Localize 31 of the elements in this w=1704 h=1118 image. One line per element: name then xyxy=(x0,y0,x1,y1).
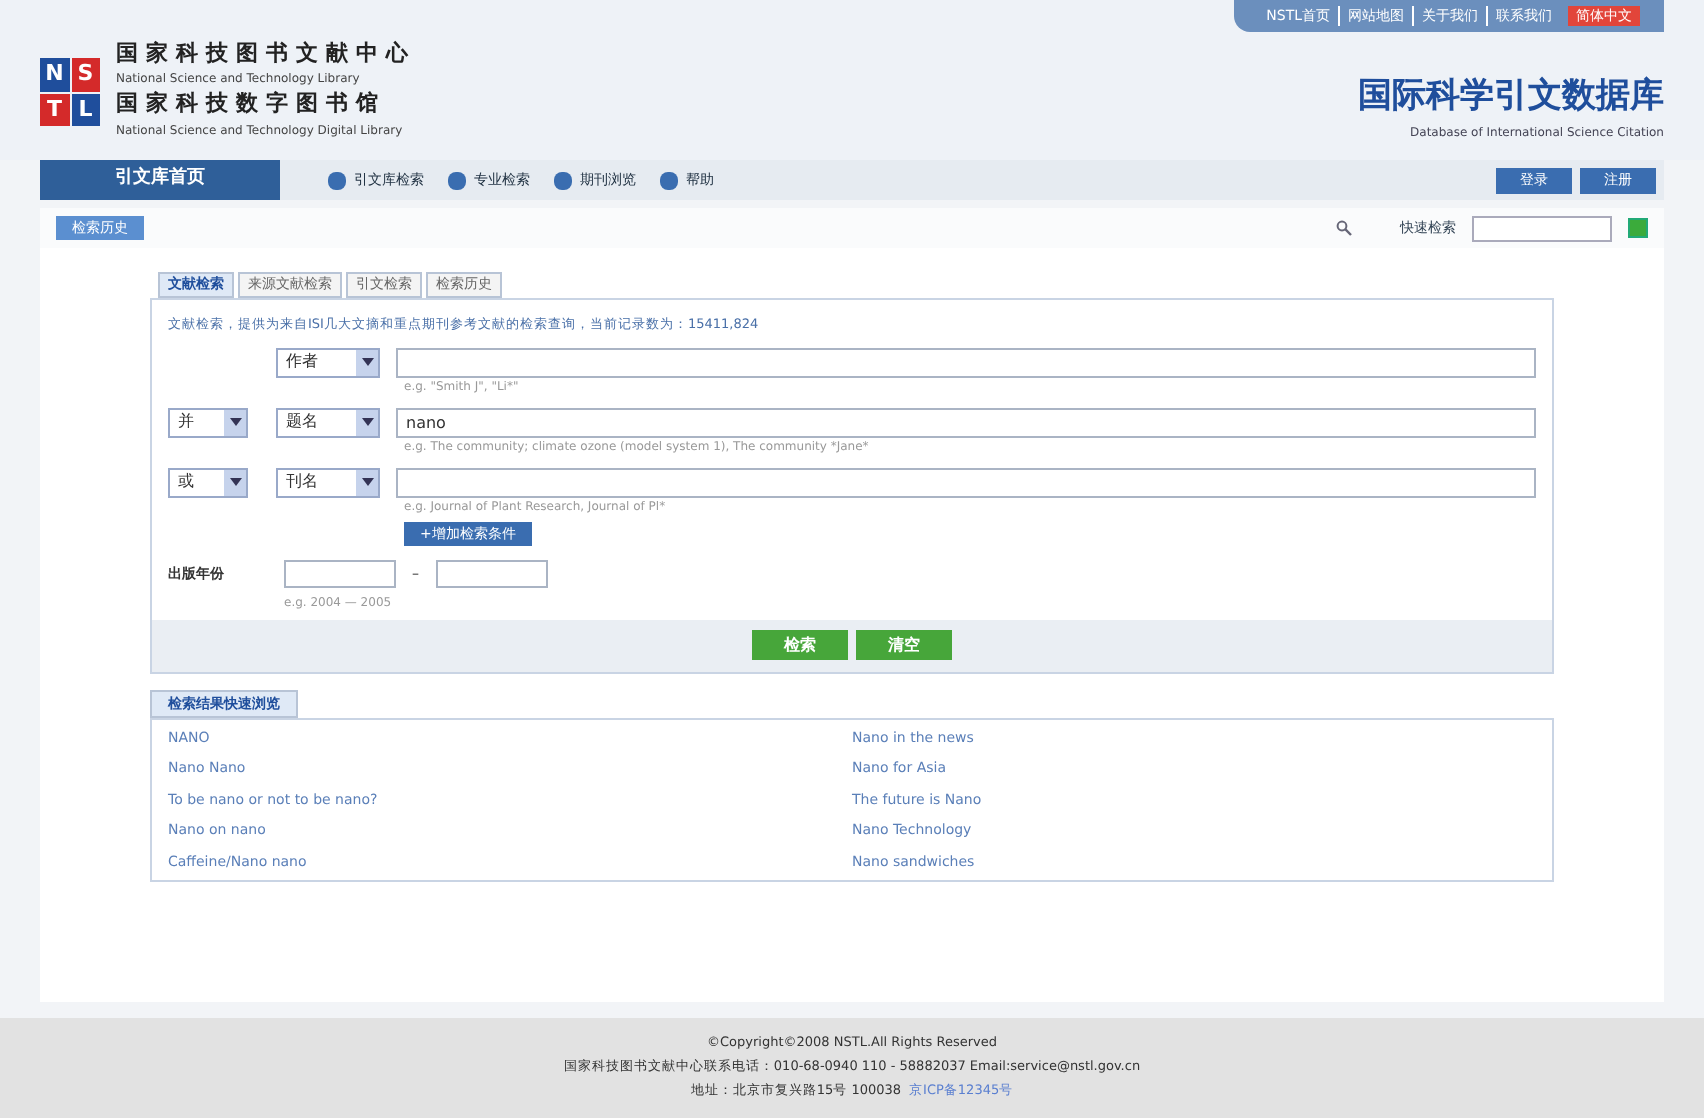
dropdown[interactable]: 刊名 xyxy=(276,467,380,498)
nav-icon xyxy=(328,171,346,189)
database-title: 国际科学引文数据库 xyxy=(1358,74,1664,120)
nav-icon xyxy=(660,171,678,189)
dropdown[interactable]: 作者 xyxy=(276,347,380,378)
logo-letter: S xyxy=(71,58,100,91)
action-button[interactable]: 清空 xyxy=(856,630,952,661)
home-tab[interactable]: 引文库首页 xyxy=(40,160,280,200)
search-field[interactable] xyxy=(396,467,1536,498)
org-name: 国家科技数字图书馆 xyxy=(116,88,388,120)
search-field[interactable]: nano xyxy=(396,407,1536,438)
search-field[interactable] xyxy=(396,347,1536,378)
org-name: 国家科技图书文献中心 xyxy=(116,37,416,69)
dropdown[interactable]: 并 xyxy=(168,407,248,438)
nav-icon xyxy=(448,171,466,189)
logo-letter: L xyxy=(71,93,100,126)
caret-icon xyxy=(229,418,241,427)
year-from-field[interactable] xyxy=(284,559,396,588)
caret-icon xyxy=(361,418,373,427)
year-to-field[interactable] xyxy=(435,559,547,588)
action-button[interactable]: 检索 xyxy=(752,630,848,661)
logo-letter: N xyxy=(40,58,69,91)
dropdown[interactable]: 或 xyxy=(168,467,248,498)
logo-letter: T xyxy=(40,93,69,126)
caret-icon xyxy=(361,358,373,367)
dropdown[interactable]: 题名 xyxy=(276,407,380,438)
caret-icon xyxy=(361,478,373,487)
nav-icon xyxy=(554,171,572,189)
quick-search-field[interactable] xyxy=(1472,215,1612,241)
search-icon xyxy=(1336,220,1352,236)
caret-icon xyxy=(229,478,241,487)
